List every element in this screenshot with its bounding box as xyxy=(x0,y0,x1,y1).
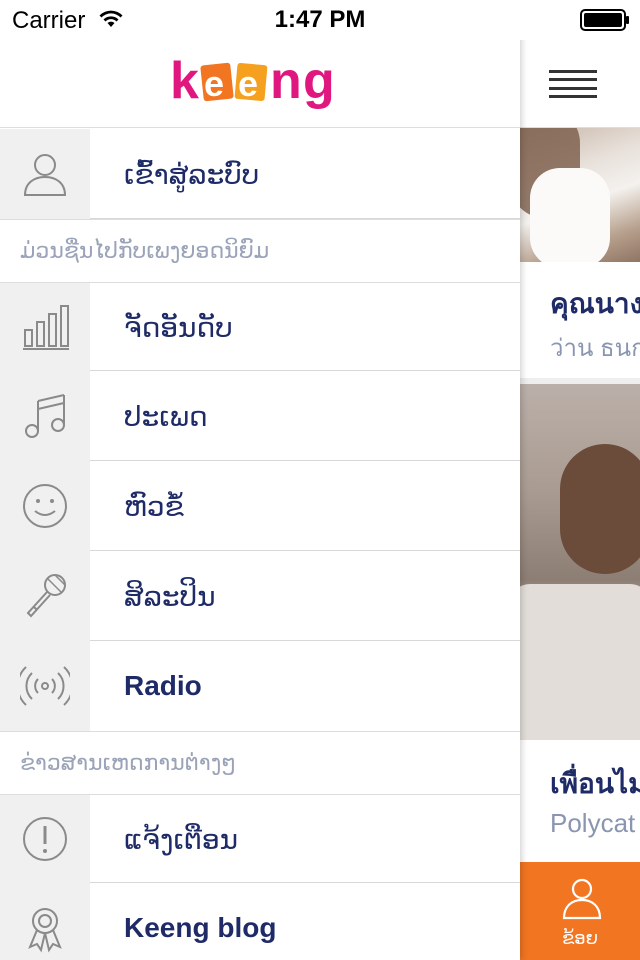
award-ribbon-icon xyxy=(28,908,62,953)
user-icon xyxy=(23,154,67,196)
song-thumbnail[interactable] xyxy=(520,128,640,262)
thumbnail-shape xyxy=(530,168,610,262)
alert-icon xyxy=(23,817,67,861)
menu-item-label: ສິລະປິນ xyxy=(124,580,216,612)
menu-item-label: Radio xyxy=(124,670,202,701)
screen: Carrier 1:47 PM คุณนาง ว่าน ธนก เพื่อนไม… xyxy=(0,0,640,960)
chart-bars-icon xyxy=(23,305,69,350)
menu-item-charts[interactable]: ຈັດອັນດັບ xyxy=(0,283,520,371)
icon-cell xyxy=(0,283,90,371)
svg-text:n: n xyxy=(270,52,302,110)
menu-header: k e e n g xyxy=(0,40,520,128)
menu-item-label: ຈັດອັນດັບ xyxy=(124,311,233,343)
song-title[interactable]: คุณนาง xyxy=(550,282,640,326)
song-title[interactable]: เพื่อนไม xyxy=(550,762,640,806)
radio-broadcast-icon xyxy=(20,666,70,706)
icon-cell xyxy=(0,795,90,883)
icon-cell xyxy=(0,883,90,960)
smiley-icon xyxy=(23,484,67,528)
section-header-music: ມ່ວນຊື່ນໄປກັບເພງຍອດນິຍົມ xyxy=(0,219,520,283)
hamburger-menu-icon[interactable] xyxy=(549,68,597,100)
svg-text:e: e xyxy=(238,63,258,104)
song-artist: ว่าน ธนก xyxy=(550,335,640,362)
menu-item-keeng-blog[interactable]: Keeng blog xyxy=(0,883,520,960)
profile-tab-label: ຂ້ອຍ xyxy=(561,928,599,948)
menu-item-radio[interactable]: Radio xyxy=(0,641,520,731)
keeng-logo[interactable]: k e e n g xyxy=(170,50,355,120)
section-header-label: ຂ່າວສານເຫດການຕ່າງໆ xyxy=(20,750,237,775)
clock: 1:47 PM xyxy=(274,6,366,33)
battery-icon xyxy=(580,9,629,31)
menu-item-notifications[interactable]: ແຈ້ງເຕືອນ xyxy=(0,795,520,883)
thumbnail-shape xyxy=(560,444,640,574)
menu-item-label: Keeng blog xyxy=(124,912,277,943)
thumbnail-shape xyxy=(520,584,640,740)
svg-text:e: e xyxy=(204,63,224,104)
svg-text:g: g xyxy=(303,52,335,110)
icon-cell xyxy=(0,129,90,219)
menu-item-genre[interactable]: ປະເພດ xyxy=(0,371,520,461)
menu-item-topics[interactable]: ຫົວຂໍ້ xyxy=(0,461,520,551)
menu-item-label: ຫົວຂໍ້ xyxy=(124,490,184,522)
song-thumbnail[interactable] xyxy=(520,384,640,740)
menu-item-artists[interactable]: ສິລະປິນ xyxy=(0,551,520,641)
music-note-icon xyxy=(25,394,65,438)
icon-cell xyxy=(0,641,90,731)
section-header-news: ຂ່າວສານເຫດການຕ່າງໆ xyxy=(0,731,520,795)
icon-cell xyxy=(0,551,90,641)
side-menu: k e e n g ເຂົ້າສູ່ລະບົບ ມ່ວນຊື່ນໄປກັບເພງ… xyxy=(0,0,520,960)
icon-cell xyxy=(0,461,90,551)
menu-item-label: ແຈ້ງເຕືອນ xyxy=(124,823,239,855)
microphone-icon xyxy=(26,574,66,618)
user-icon xyxy=(562,878,602,920)
menu-item-login[interactable]: ເຂົ້າສູ່ລະບົບ xyxy=(0,129,520,219)
content-panel: คุณนาง ว่าน ธนก เพื่อนไม Polycat ຂ້ອຍ xyxy=(520,0,640,960)
icon-cell xyxy=(0,371,90,461)
menu-item-label: ປະເພດ xyxy=(124,400,208,432)
status-bar: Carrier 1:47 PM xyxy=(0,0,640,40)
svg-text:k: k xyxy=(170,52,199,110)
song-artist: Polycat xyxy=(550,808,636,838)
content-header xyxy=(520,40,640,128)
menu-item-label: ເຂົ້າສູ່ລະບົບ xyxy=(124,158,260,190)
profile-tab-button[interactable]: ຂ້ອຍ xyxy=(520,862,640,960)
section-header-label: ມ່ວນຊື່ນໄປກັບເພງຍອດນິຍົມ xyxy=(20,238,270,263)
